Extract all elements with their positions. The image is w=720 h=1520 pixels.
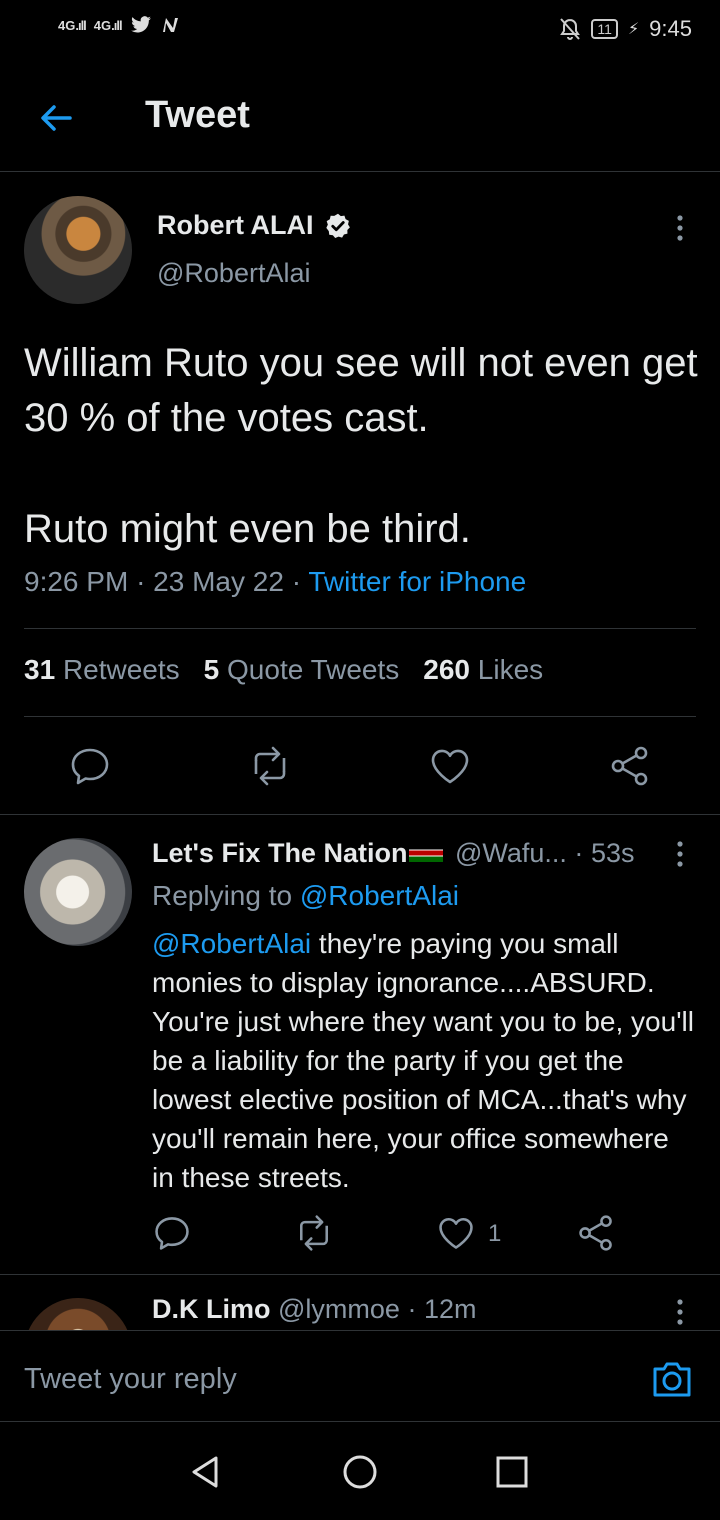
reply-time: 53s — [590, 838, 635, 868]
reply2-time: 12m — [423, 1294, 477, 1324]
like-heart-icon[interactable] — [436, 1213, 476, 1253]
clock: 9:45 — [649, 16, 692, 41]
author-name-row: Robert ALAI — [157, 210, 352, 241]
separator: · — [407, 1294, 417, 1324]
tweet-source-link[interactable]: Twitter for iPhone — [308, 566, 526, 597]
replying-to: Replying to @RobertAlai — [152, 880, 459, 912]
camera-icon[interactable] — [650, 1359, 694, 1399]
reply-author-handle[interactable]: @Wafu... — [455, 838, 567, 868]
reply2-header: D.K Limo @lymmoe · 12m — [152, 1294, 477, 1325]
replying-to-label: Replying to — [152, 880, 293, 911]
share-icon[interactable] — [576, 1213, 616, 1253]
tweet-time: 9:26 PM — [24, 566, 129, 597]
retweets-stat[interactable]: 31 Retweets — [24, 654, 180, 686]
nav-back-icon[interactable] — [186, 1452, 226, 1492]
twitter-notification-icon — [130, 16, 151, 33]
reply-compose-bar — [0, 1330, 720, 1422]
reply-text: @RobertAlai they're paying you small mon… — [152, 924, 697, 1197]
retweet-icon[interactable] — [248, 744, 292, 788]
reply-input[interactable] — [24, 1363, 584, 1396]
reply-author-avatar[interactable] — [24, 838, 132, 946]
tweet-date: 23 May 22 — [153, 566, 284, 597]
more-options-icon[interactable] — [666, 212, 694, 244]
share-icon[interactable] — [608, 744, 652, 788]
likes-label: Likes — [477, 654, 544, 685]
replying-to-link[interactable]: @RobertAlai — [300, 880, 459, 911]
separator: · — [574, 838, 584, 868]
reply-like-count: 1 — [488, 1220, 502, 1247]
retweets-label: Retweets — [62, 654, 180, 685]
tweet-stats: 31 Retweets 5 Quote Tweets 260 Likes — [24, 654, 543, 686]
more-options-icon[interactable] — [666, 1296, 694, 1328]
reply-icon[interactable] — [68, 744, 112, 788]
reply-body: they're paying you small monies to displ… — [152, 928, 694, 1193]
separator: · — [291, 566, 309, 597]
battery-icon: 11 — [591, 19, 618, 39]
nav-home-icon[interactable] — [340, 1452, 380, 1492]
quotes-label: Quote Tweets — [227, 654, 400, 685]
tweet-text-paragraph-1: William Ruto you see will not even get 3… — [24, 341, 698, 440]
reply-icon[interactable] — [152, 1213, 192, 1253]
quote-tweets-stat[interactable]: 5 Quote Tweets — [204, 654, 400, 686]
reply-author-name[interactable]: Let's Fix The Nation — [152, 838, 407, 868]
signal-icon-2: 4G.ıll — [93, 17, 123, 33]
reply-mention-link[interactable]: @RobertAlai — [152, 928, 311, 959]
tweet-meta: 9:26 PM · 23 May 22 · Twitter for iPhone — [24, 566, 526, 598]
back-arrow-icon[interactable] — [36, 98, 76, 138]
like-heart-icon[interactable] — [428, 744, 472, 788]
verified-badge-icon — [325, 213, 350, 238]
top-app-bar: Tweet — [0, 62, 720, 172]
nav-recents-icon[interactable] — [492, 1452, 532, 1492]
reply2-author-name[interactable]: D.K Limo — [152, 1294, 271, 1324]
divider — [0, 814, 720, 815]
divider — [0, 1274, 720, 1275]
quotes-count: 5 — [203, 654, 220, 685]
author-name[interactable]: Robert ALAI — [157, 210, 314, 241]
tweet-text: William Ruto you see will not even get 3… — [24, 336, 704, 557]
mute-bell-icon — [560, 18, 581, 40]
retweet-icon[interactable] — [294, 1213, 334, 1253]
author-avatar[interactable] — [24, 196, 132, 304]
status-right: 11 ⚡ 9:45 — [559, 16, 692, 42]
n-app-icon — [162, 18, 178, 32]
separator: · — [136, 566, 154, 597]
reply2-author-handle[interactable]: @lymmoe — [278, 1294, 400, 1324]
charging-icon: ⚡ — [627, 21, 640, 38]
page-title: Tweet — [145, 94, 250, 136]
tweet-actions — [0, 718, 720, 814]
more-options-icon[interactable] — [666, 838, 694, 870]
retweets-count: 31 — [24, 654, 56, 685]
divider — [24, 716, 696, 717]
reply-header: Let's Fix The Nation @Wafu... · 53s — [152, 838, 634, 869]
tweet-text-paragraph-2: Ruto might even be third. — [24, 507, 471, 551]
likes-count: 260 — [423, 654, 470, 685]
system-navigation-bar — [0, 1422, 720, 1520]
divider — [24, 628, 696, 629]
signal-icon: 4G.ıll — [58, 17, 87, 33]
author-handle[interactable]: @RobertAlai — [157, 258, 310, 289]
reply-actions: 1 — [0, 1210, 720, 1260]
status-bar: 4G.ıll 4G.ıll 11 ⚡ 9:45 — [0, 0, 720, 62]
likes-stat[interactable]: 260 Likes — [423, 654, 543, 686]
status-left: 4G.ıll 4G.ıll — [58, 16, 180, 34]
kenya-flag-icon — [409, 843, 444, 862]
